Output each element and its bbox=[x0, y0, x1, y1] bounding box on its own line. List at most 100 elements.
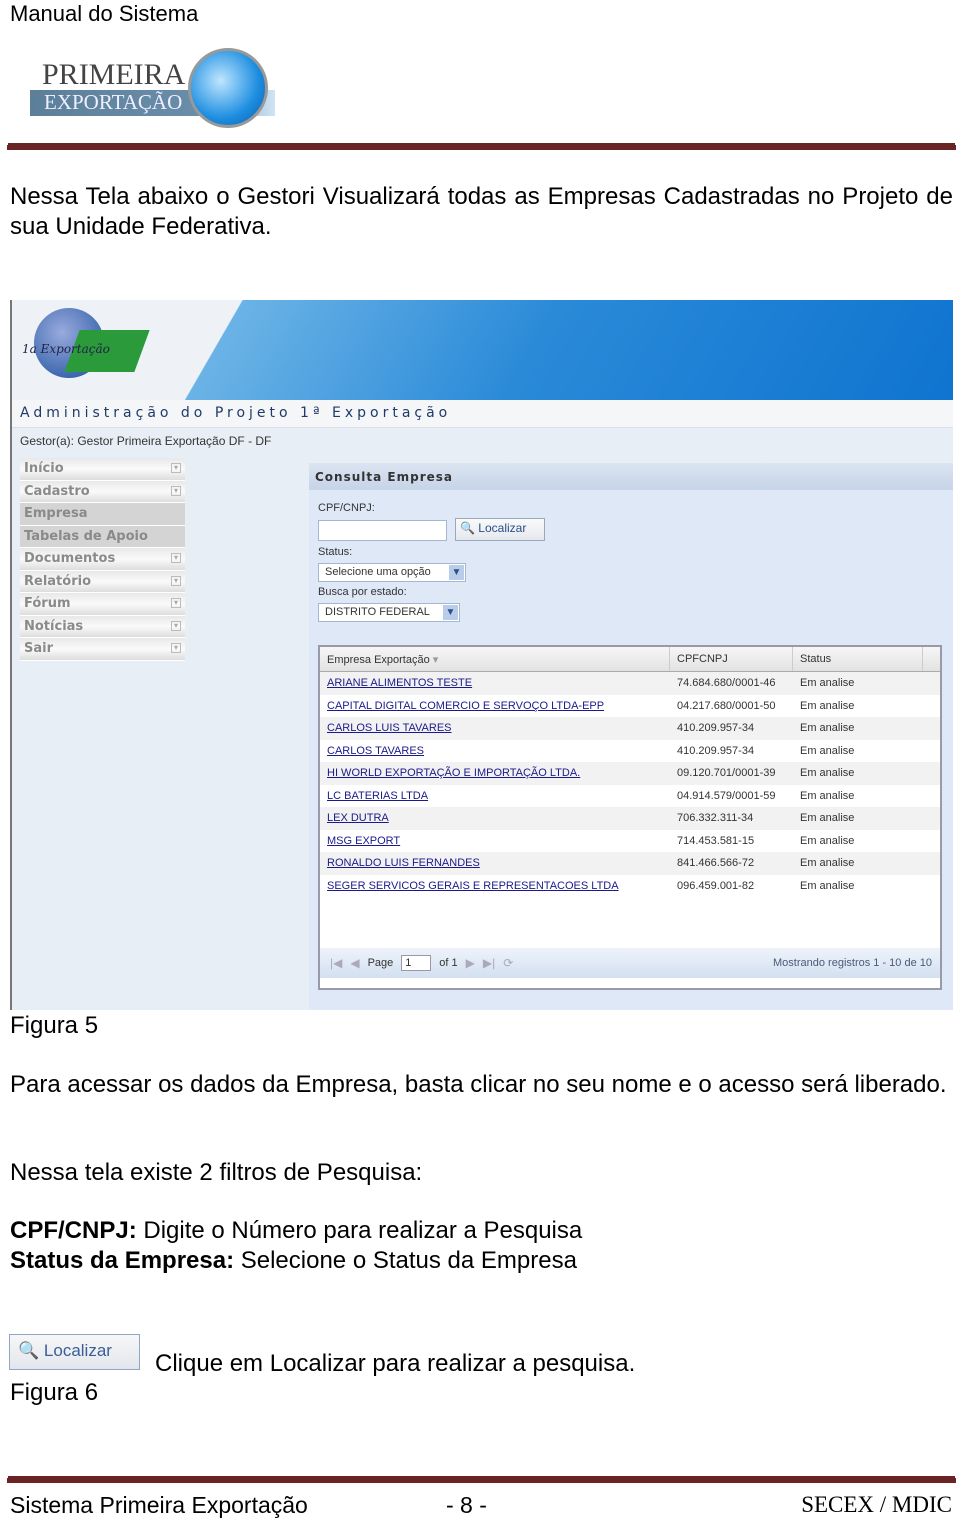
expand-icon[interactable]: ▾ bbox=[171, 553, 181, 563]
chevron-down-icon: ▼ bbox=[443, 605, 458, 620]
grid-pager: |◀ ◀ Page 1 of 1 ▶ ▶| ⟳ Mostrando regist… bbox=[320, 948, 940, 978]
next-page-icon[interactable]: ▶ bbox=[466, 956, 475, 970]
access-paragraph: Para acessar os dados da Empresa, basta … bbox=[10, 1071, 947, 1098]
empresa-link[interactable]: MSG EXPORT bbox=[320, 835, 670, 847]
empresa-link[interactable]: SEGER SERVICOS GERAIS E REPRESENTACOES L… bbox=[320, 880, 670, 892]
first-page-icon[interactable]: |◀ bbox=[330, 956, 342, 970]
localizar-button[interactable]: 🔍 Localizar bbox=[455, 518, 545, 541]
cpfcnpj-cell: 410.209.957-34 bbox=[677, 722, 755, 735]
empresa-link[interactable]: CAPITAL DIGITAL COMERCIO E SERVOÇO LTDA-… bbox=[320, 700, 670, 712]
empresa-link[interactable]: CARLOS TAVARES bbox=[320, 745, 670, 757]
header-rule bbox=[7, 145, 956, 150]
table-row: HI WORLD EXPORTAÇÃO E IMPORTAÇÃO LTDA. 09… bbox=[320, 762, 940, 785]
prev-page-icon[interactable]: ◀ bbox=[350, 956, 359, 970]
filters-paragraph: Nessa tela existe 2 filtros de Pesquisa: bbox=[10, 1159, 423, 1186]
figure-6-caption: Figura 6 bbox=[10, 1379, 99, 1406]
cpfcnpj-cell: 74.684.680/0001-46 bbox=[677, 677, 776, 690]
table-row: ARIANE ALIMENTOS TESTE 74.684.680/0001-46… bbox=[320, 672, 940, 695]
col-cpfcnpj[interactable]: CPFCNPJ bbox=[670, 647, 793, 671]
sidebar-item[interactable]: Tabelas de Apoio bbox=[20, 525, 185, 548]
table-row: LEX DUTRA 706.332.311-34 Em analise bbox=[320, 807, 940, 830]
sidebar-item[interactable]: Relatório ▾ bbox=[20, 570, 185, 593]
screenshot-figure-5: 1a Exportação Administração do Projeto 1… bbox=[10, 300, 953, 1010]
last-page-icon[interactable]: ▶| bbox=[483, 956, 495, 970]
empresa-link[interactable]: ARIANE ALIMENTOS TESTE bbox=[320, 677, 670, 689]
grid-header: Empresa Exportação ▾ CPFCNPJ Status bbox=[320, 647, 940, 672]
figure-6-localizar-button: 🔍 Localizar bbox=[9, 1334, 140, 1370]
refresh-icon[interactable]: ⟳ bbox=[503, 956, 513, 970]
empresa-link[interactable]: HI WORLD EXPORTAÇÃO E IMPORTAÇÃO LTDA. bbox=[320, 767, 670, 779]
gestor-label: Gestor(a): Gestor Primeira Exportação DF… bbox=[20, 434, 272, 448]
grid-body: ARIANE ALIMENTOS TESTE 74.684.680/0001-46… bbox=[320, 672, 940, 897]
primeira-exportacao-logo: PRIMEIRA EXPORTAÇÃO bbox=[30, 44, 280, 128]
status-cell: Em analise bbox=[800, 857, 855, 870]
cpfcnpj-cell: 09.120.701/0001-39 bbox=[677, 767, 776, 780]
sidebar-item[interactable]: Empresa bbox=[20, 503, 185, 526]
sort-desc-icon: ▾ bbox=[432, 654, 439, 666]
sidebar-menu: Início ▾ Cadastro ▾ Empresa Tabelas de Apoio D… bbox=[20, 458, 185, 661]
figure-5-caption: Figura 5 bbox=[10, 1012, 99, 1039]
cpf-cnpj-input[interactable] bbox=[318, 520, 447, 541]
records-summary: Mostrando registros 1 - 10 de 10 bbox=[773, 957, 932, 969]
table-row: SEGER SERVICOS GERAIS E REPRESENTACOES L… bbox=[320, 875, 940, 898]
site-logo: 1a Exportação bbox=[22, 342, 110, 356]
cpfcnpj-cell: 410.209.957-34 bbox=[677, 744, 755, 757]
sidebar-item[interactable]: Sair ▾ bbox=[20, 638, 185, 661]
table-row: CARLOS LUIS TAVARES 410.209.957-34 Em anal… bbox=[320, 717, 940, 740]
table-row: CAPITAL DIGITAL COMERCIO E SERVOÇO LTDA-… bbox=[320, 695, 940, 718]
sidebar-item[interactable]: Fórum ▾ bbox=[20, 593, 185, 616]
site-banner: 1a Exportação bbox=[12, 300, 953, 400]
figure-6-text: Clique em Localizar para realizar a pesq… bbox=[155, 1350, 636, 1377]
cpfcnpj-cell: 096.459.001-82 bbox=[677, 879, 755, 892]
header-title: Manual do Sistema bbox=[10, 1, 199, 26]
chevron-down-icon: ▼ bbox=[449, 565, 464, 580]
table-row: LC BATERIAS LTDA 04.914.579/0001-59 Em ana… bbox=[320, 785, 940, 808]
status-select[interactable]: Selecione uma opção ▼ bbox=[318, 563, 466, 582]
sidebar-item[interactable]: Documentos ▾ bbox=[20, 548, 185, 571]
expand-icon[interactable]: ▾ bbox=[171, 620, 181, 631]
estado-select[interactable]: DISTRITO FEDERAL ▼ bbox=[318, 603, 460, 622]
sidebar-item[interactable]: Início ▾ bbox=[20, 458, 185, 481]
expand-icon[interactable]: ▾ bbox=[171, 575, 181, 586]
cpfcnpj-cell: 714.453.581-15 bbox=[677, 834, 755, 847]
estado-label: Busca por estado: bbox=[318, 586, 407, 598]
cpfcnpj-cell: 706.332.311-34 bbox=[677, 812, 754, 825]
footer-left: Sistema Primeira Exportação bbox=[10, 1492, 308, 1518]
empresa-link[interactable]: CARLOS LUIS TAVARES bbox=[320, 722, 670, 734]
search-icon: 🔍 bbox=[460, 521, 475, 535]
sidebar-item[interactable]: Cadastro ▾ bbox=[20, 480, 185, 503]
col-empresa[interactable]: Empresa Exportação ▾ bbox=[320, 647, 670, 671]
intro-paragraph: Nessa Tela abaixo o Gestori Visualizará … bbox=[10, 183, 953, 240]
page-input[interactable]: 1 bbox=[401, 955, 432, 971]
expand-icon[interactable]: ▾ bbox=[171, 598, 181, 608]
status-cell: Em analise bbox=[800, 744, 855, 757]
status-cell: Em analise bbox=[800, 789, 855, 802]
status-label: Status: bbox=[318, 546, 353, 558]
panel-title: Consulta Empresa bbox=[309, 463, 953, 490]
status-cell: Em analise bbox=[800, 834, 855, 847]
status-cell: Em analise bbox=[800, 812, 855, 825]
page-number: - 8 - bbox=[446, 1492, 487, 1518]
status-cell: Em analise bbox=[800, 699, 855, 712]
cpfcnpj-cell: 04.914.579/0001-59 bbox=[677, 789, 776, 802]
expand-icon[interactable]: ▾ bbox=[171, 643, 181, 653]
table-row: MSG EXPORT 714.453.581-15 Em analise bbox=[320, 830, 940, 853]
table-row: CARLOS TAVARES 410.209.957-34 Em analise bbox=[320, 740, 940, 763]
empresa-link[interactable]: LC BATERIAS LTDA bbox=[320, 790, 670, 802]
footer-rule bbox=[7, 1478, 956, 1483]
admin-title: Administração do Projeto 1ª Exportação bbox=[12, 400, 953, 428]
status-cell: Em analise bbox=[800, 767, 855, 780]
expand-icon[interactable]: ▾ bbox=[171, 485, 181, 496]
status-cell: Em analise bbox=[800, 677, 855, 690]
filter-status: Status da Empresa: Selecione o Status da… bbox=[10, 1247, 577, 1274]
sidebar-item[interactable]: Notícias ▾ bbox=[20, 615, 185, 638]
empresa-link[interactable]: LEX DUTRA bbox=[320, 812, 670, 824]
expand-icon[interactable]: ▾ bbox=[171, 463, 181, 473]
cpf-label: CPF/CNPJ: bbox=[318, 502, 375, 514]
filter-cpf: CPF/CNPJ: Digite o Número para realizar … bbox=[10, 1217, 583, 1244]
col-status[interactable]: Status bbox=[793, 647, 923, 671]
consulta-empresa-panel: Consulta Empresa CPF/CNPJ: 🔍 Localizar S… bbox=[309, 463, 953, 1010]
empresa-link[interactable]: RONALDO LUIS FERNANDES bbox=[320, 857, 670, 869]
status-cell: Em analise bbox=[800, 722, 855, 735]
search-icon: 🔍 bbox=[18, 1341, 40, 1360]
